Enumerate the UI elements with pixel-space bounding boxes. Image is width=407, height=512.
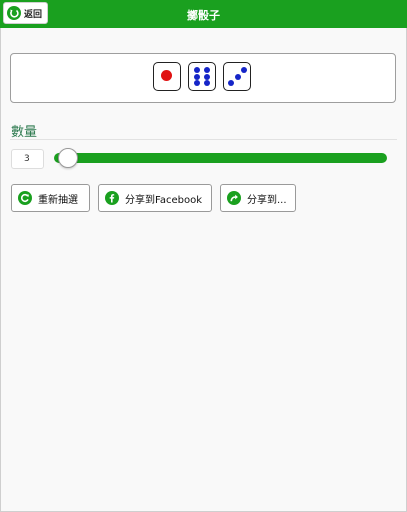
die-pip — [161, 70, 172, 81]
quantity-slider-track[interactable] — [54, 153, 387, 163]
die-pip — [204, 80, 210, 86]
quantity-input[interactable]: 3 — [11, 149, 44, 169]
die-pip — [194, 67, 200, 73]
divider — [10, 139, 397, 140]
die-pip — [194, 73, 200, 80]
share-facebook-label: 分享到Facebook — [125, 194, 202, 206]
die-3 — [223, 62, 251, 91]
die-pip — [241, 67, 247, 73]
die-pip — [228, 80, 234, 86]
share-button[interactable]: 分享到... — [220, 184, 296, 212]
die-1 — [153, 62, 181, 91]
redraw-button-label: 重新抽選 — [38, 194, 78, 206]
page-title: 擲骰子 — [187, 9, 220, 22]
die-pip — [204, 73, 210, 80]
redraw-button[interactable]: 重新抽選 — [11, 184, 90, 212]
facebook-icon — [105, 191, 119, 205]
dice-display — [10, 53, 396, 103]
die-pip — [204, 67, 210, 73]
quantity-label: 數量 — [11, 125, 38, 140]
die-pip — [234, 73, 241, 80]
die-pip — [194, 80, 200, 86]
refresh-icon — [18, 191, 32, 205]
share-button-label: 分享到... — [247, 194, 287, 206]
die-2 — [188, 62, 216, 91]
share-facebook-button[interactable]: 分享到Facebook — [98, 184, 212, 212]
quantity-slider-thumb[interactable] — [58, 148, 78, 168]
header-bar: 返回 擲骰子 — [0, 0, 407, 28]
share-arrow-icon — [227, 191, 241, 205]
